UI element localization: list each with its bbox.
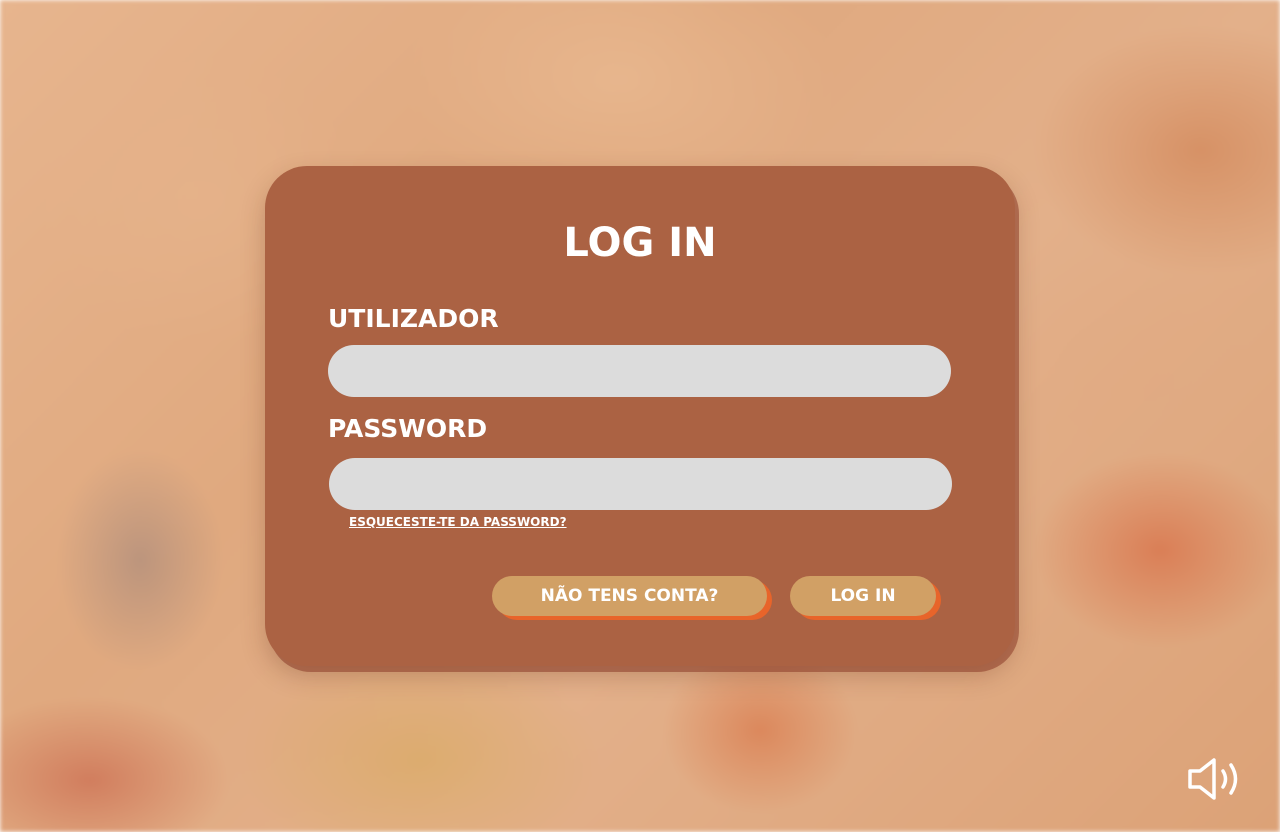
- password-input[interactable]: [329, 458, 952, 510]
- username-label: UTILIZADOR: [328, 304, 499, 333]
- login-card: LOG IN UTILIZADOR PASSWORD ESQUECESTE-TE…: [265, 166, 1015, 666]
- speaker-volume-icon[interactable]: [1186, 756, 1248, 802]
- login-title: LOG IN: [563, 220, 717, 266]
- username-input[interactable]: [328, 345, 951, 397]
- register-button[interactable]: NÃO TENS CONTA?: [492, 576, 767, 616]
- login-button[interactable]: LOG IN: [790, 576, 936, 616]
- forgot-password-link[interactable]: ESQUECESTE-TE DA PASSWORD?: [349, 515, 567, 529]
- password-label: PASSWORD: [328, 414, 488, 443]
